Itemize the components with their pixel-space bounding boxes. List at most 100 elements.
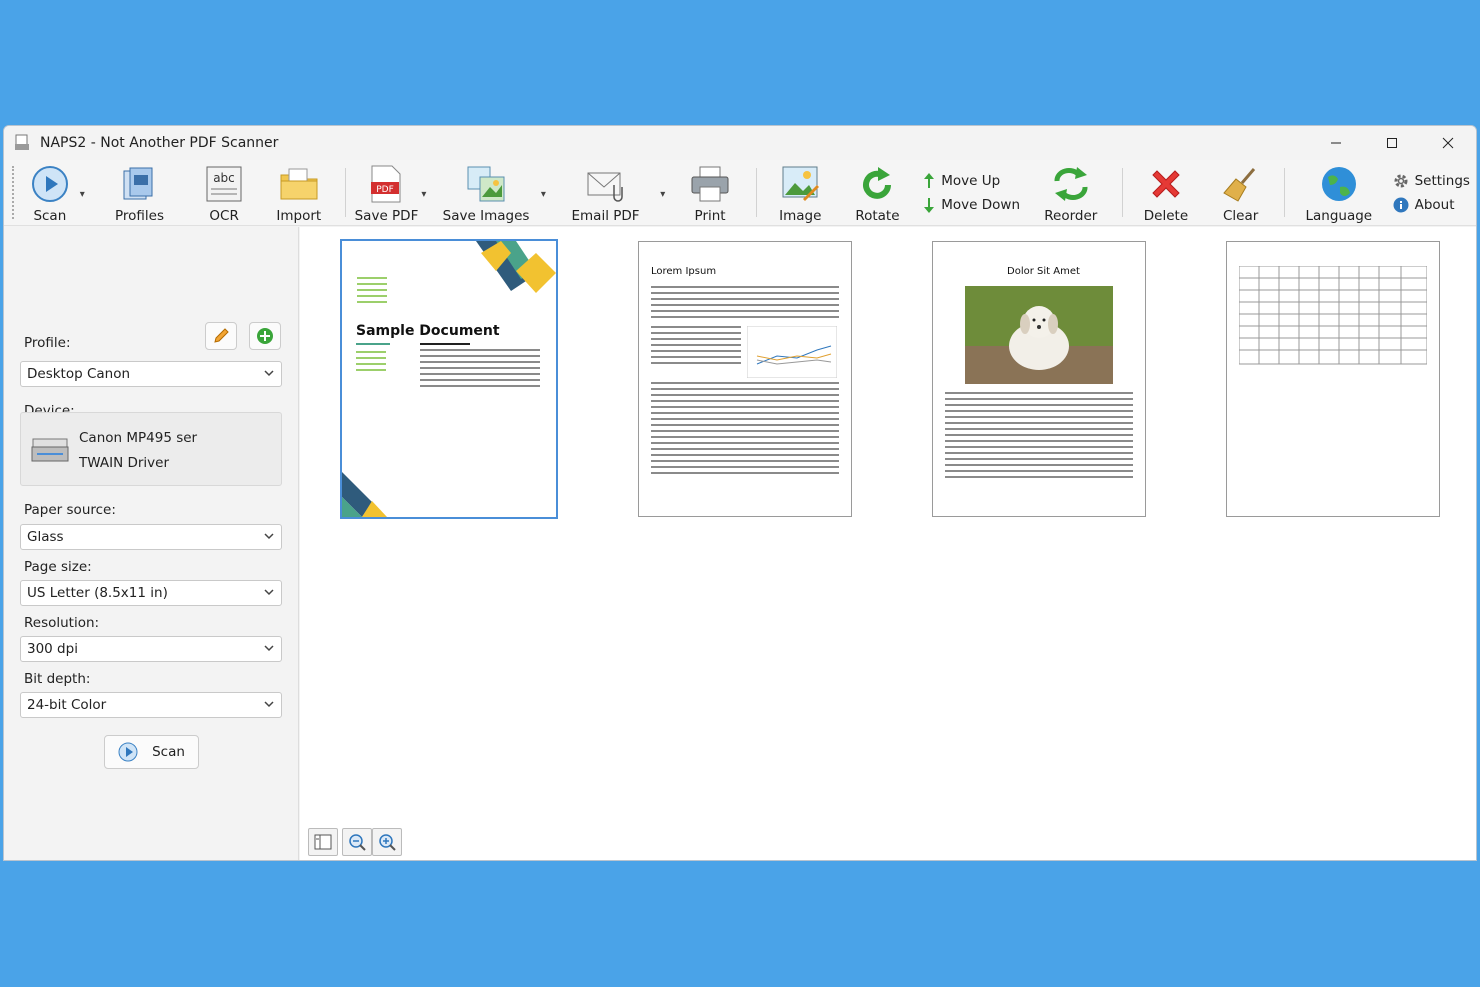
scan-dropdown-arrow[interactable]: ▾ xyxy=(80,160,90,225)
sidebar-toggle-icon xyxy=(314,834,332,850)
add-profile-button[interactable] xyxy=(249,322,281,350)
ocr-icon: abc xyxy=(206,166,242,202)
edit-profile-button[interactable] xyxy=(205,322,237,350)
page-size-label: Page size: xyxy=(24,559,92,575)
scan-button[interactable]: Scan xyxy=(104,735,199,769)
scan-settings-panel: Profile: Desktop Canon Device: Canon MP4… xyxy=(4,227,299,860)
cover-decoration xyxy=(476,241,556,293)
move-down-button[interactable]: Move Down xyxy=(923,197,1020,213)
chevron-down-icon xyxy=(264,645,274,652)
device-selector[interactable]: Canon MP495 ser TWAIN Driver xyxy=(20,412,282,486)
cover-decoration-bottom xyxy=(342,472,387,517)
rotate-icon xyxy=(863,167,892,199)
profiles-icon xyxy=(123,167,153,200)
delete-button[interactable]: Delete xyxy=(1129,160,1204,225)
page-title: Sample Document xyxy=(356,323,500,339)
scanner-icon xyxy=(31,438,69,462)
globe-icon xyxy=(1321,167,1356,201)
settings-about-group: Settings About xyxy=(1387,160,1476,225)
window-title: NAPS2 - Not Another PDF Scanner xyxy=(40,135,279,151)
close-icon xyxy=(1442,137,1454,149)
toolbar: Scan ▾ Profiles abc OCR Import PDF Save … xyxy=(4,160,1476,226)
page-thumbnails: Sample Document Lorem Ipsum Dolor Sit Am… xyxy=(300,227,1476,860)
broom-icon xyxy=(1222,168,1255,202)
resolution-label: Resolution: xyxy=(24,615,100,631)
chevron-down-icon xyxy=(264,370,274,377)
paper-source-label: Paper source: xyxy=(24,502,116,518)
zoom-out-icon xyxy=(349,834,366,851)
reorder-icon xyxy=(1054,167,1088,201)
dog-photo xyxy=(965,286,1113,384)
profile-select[interactable]: Desktop Canon xyxy=(20,361,282,387)
zoom-out-button[interactable] xyxy=(342,828,372,856)
page-size-select[interactable]: US Letter (8.5x11 in) xyxy=(20,580,282,606)
scan-play-icon xyxy=(31,166,68,202)
svg-text:PDF: PDF xyxy=(377,185,395,195)
import-button[interactable]: Import xyxy=(259,160,339,225)
email-pdf-button[interactable]: Email PDF xyxy=(551,160,661,225)
zoom-in-button[interactable] xyxy=(372,828,402,856)
delete-x-icon xyxy=(1152,170,1180,198)
title-bar: NAPS2 - Not Another PDF Scanner xyxy=(4,126,1476,160)
page-thumbnail[interactable]: Lorem Ipsum xyxy=(638,241,852,517)
pencil-icon xyxy=(214,328,229,343)
save-images-button[interactable]: Save Images xyxy=(431,160,541,225)
page-thumbnail[interactable]: Sample Document xyxy=(340,239,558,519)
arrow-up-icon xyxy=(924,172,935,188)
folder-import-icon xyxy=(280,168,318,200)
app-scanner-icon xyxy=(15,134,29,150)
save-pdf-dropdown-arrow[interactable]: ▾ xyxy=(421,160,431,225)
print-button[interactable]: Print xyxy=(670,160,750,225)
scan-play-icon xyxy=(118,742,138,762)
profiles-button[interactable]: Profiles xyxy=(90,160,190,225)
move-up-button[interactable]: Move Up xyxy=(923,172,1020,189)
bit-depth-select[interactable]: 24-bit Color xyxy=(20,692,282,718)
toolbar-grip xyxy=(12,166,16,219)
maximize-icon xyxy=(1387,138,1397,148)
paper-source-select[interactable]: Glass xyxy=(20,524,282,550)
page-thumbnail[interactable] xyxy=(1226,241,1440,517)
save-pdf-button[interactable]: PDF Save PDF xyxy=(352,160,422,225)
minimize-button[interactable] xyxy=(1308,126,1364,160)
profile-label: Profile: xyxy=(24,335,71,351)
arrow-down-icon xyxy=(924,197,935,213)
page-title: Dolor Sit Amet xyxy=(1007,266,1080,277)
save-images-dropdown-arrow[interactable]: ▾ xyxy=(541,160,551,225)
info-icon xyxy=(1393,197,1409,212)
view-tools xyxy=(308,828,402,856)
toggle-sidebar-button[interactable] xyxy=(308,828,338,856)
close-button[interactable] xyxy=(1420,126,1476,160)
clear-button[interactable]: Clear xyxy=(1203,160,1278,225)
svg-text:abc: abc xyxy=(213,171,235,185)
chevron-down-icon xyxy=(264,589,274,596)
resolution-select[interactable]: 300 dpi xyxy=(20,636,282,662)
settings-button[interactable]: Settings xyxy=(1393,173,1470,189)
language-button[interactable]: Language xyxy=(1291,160,1387,225)
scan-toolbar-button[interactable]: Scan xyxy=(20,160,80,225)
image-button[interactable]: Image xyxy=(763,160,838,225)
page-thumbnail[interactable]: Dolor Sit Amet xyxy=(932,241,1146,517)
about-button[interactable]: About xyxy=(1393,197,1470,213)
plus-circle-icon xyxy=(257,328,273,344)
gear-icon xyxy=(1394,174,1408,187)
pdf-file-icon: PDF xyxy=(371,165,401,203)
image-edit-icon xyxy=(782,166,820,201)
zoom-in-icon xyxy=(379,834,396,851)
chevron-down-icon xyxy=(264,701,274,708)
printer-icon xyxy=(691,166,729,202)
mini-chart xyxy=(747,326,837,378)
ocr-button[interactable]: abc OCR xyxy=(189,160,259,225)
minimize-icon xyxy=(1331,142,1341,144)
mini-table xyxy=(1239,266,1427,365)
bit-depth-label: Bit depth: xyxy=(24,671,91,687)
move-buttons: Move Up Move Down xyxy=(917,160,1026,225)
rotate-button[interactable]: Rotate xyxy=(838,160,918,225)
maximize-button[interactable] xyxy=(1364,126,1420,160)
email-pdf-dropdown-arrow[interactable]: ▾ xyxy=(660,160,670,225)
email-icon xyxy=(587,172,623,202)
reorder-button[interactable]: Reorder xyxy=(1026,160,1116,225)
app-window: NAPS2 - Not Another PDF Scanner Scan ▾ P… xyxy=(3,125,1477,861)
save-images-icon xyxy=(467,166,505,202)
chevron-down-icon xyxy=(264,533,274,540)
page-title: Lorem Ipsum xyxy=(651,266,717,277)
